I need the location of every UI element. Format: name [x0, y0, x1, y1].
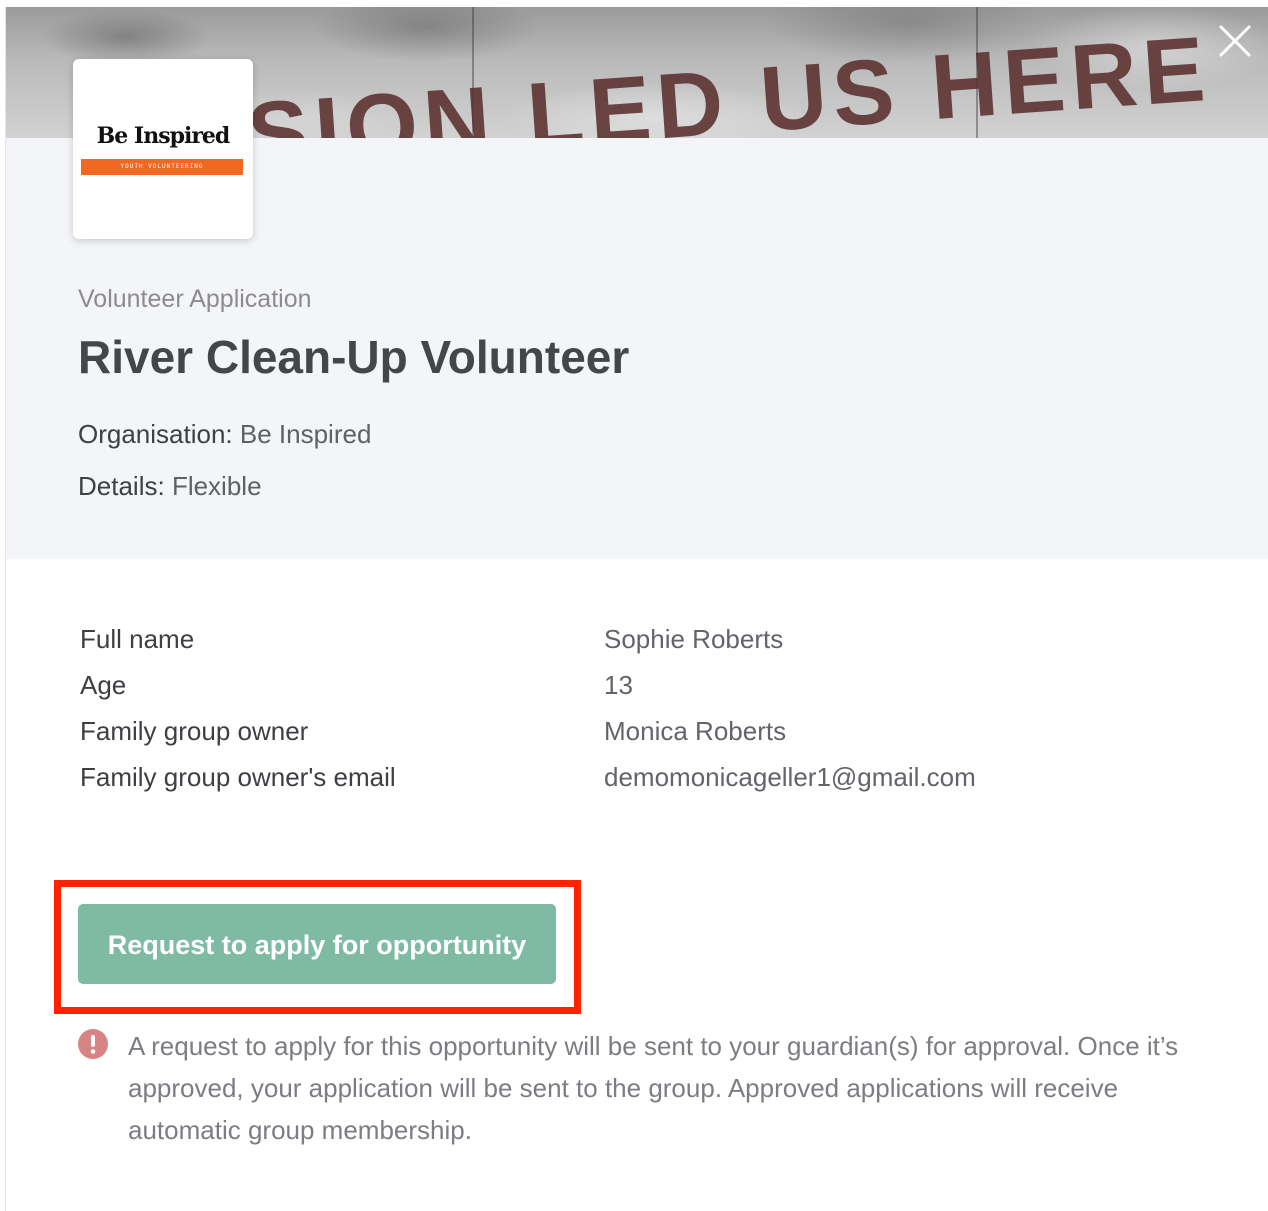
info-row-age: Age 13 — [80, 670, 1080, 716]
alert-circle-icon — [78, 1029, 108, 1059]
close-button[interactable] — [1215, 21, 1255, 61]
details-line: Details: Flexible — [78, 471, 262, 502]
banner-image-text: SION LED US HERE — [244, 18, 1214, 138]
organisation-value: Be Inspired — [239, 419, 372, 449]
info-value: 13 — [604, 670, 633, 700]
organisation-logo: Be Inspired YOUTH VOLUNTEERING — [73, 59, 253, 239]
close-icon — [1219, 25, 1251, 57]
info-label: Age — [80, 670, 127, 700]
info-row-family-owner: Family group owner Monica Roberts — [80, 716, 1080, 762]
logo-title: Be Inspired — [96, 123, 231, 149]
organisation-line: Organisation: Be Inspired — [78, 419, 371, 450]
details-label: Details: — [78, 471, 165, 501]
details-value: Flexible — [171, 471, 262, 501]
page-subtitle: Volunteer Application — [78, 285, 312, 313]
info-label: Full name — [80, 624, 195, 654]
info-label: Family group owner — [80, 716, 309, 746]
logo-tagline: YOUTH VOLUNTEERING — [81, 159, 243, 175]
applicant-info-table: Full name Sophie Roberts Age 13 Family g… — [80, 624, 1080, 808]
info-label: Family group owner's email — [80, 762, 396, 792]
info-row-full-name: Full name Sophie Roberts — [80, 624, 1080, 670]
approval-notice-text: A request to apply for this opportunity … — [128, 1031, 1179, 1145]
info-value: demomonicageller1@gmail.com — [604, 762, 976, 792]
application-modal: SION LED US HERE Be Inspired YOUTH VOLUN… — [5, 7, 1268, 1211]
organisation-label: Organisation: — [78, 419, 233, 449]
info-row-family-owner-email: Family group owner's email demomonicagel… — [80, 762, 1080, 808]
page-title: River Clean-Up Volunteer — [78, 331, 630, 383]
info-value: Sophie Roberts — [604, 624, 784, 654]
request-to-apply-button[interactable]: Request to apply for opportunity — [78, 904, 556, 984]
info-value: Monica Roberts — [604, 716, 787, 746]
